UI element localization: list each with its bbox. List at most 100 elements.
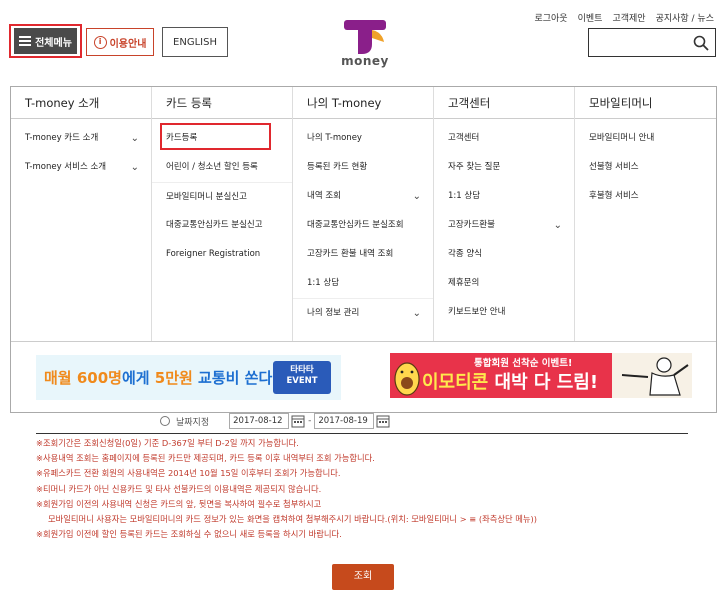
menu-item[interactable]: 모바일티머니 분실신고	[152, 182, 292, 211]
menu-item-label: 1:1 상담	[307, 278, 340, 288]
notice-line: ※사용내역 조회는 홈페이지에 등록된 카드만 제공되며, 카드 등록 이후 내…	[36, 453, 375, 464]
menu-item[interactable]: 1:1 상담	[434, 182, 574, 211]
banner1-part1: 매월 600명	[44, 369, 122, 387]
menu-item[interactable]: 등록된 카드 현황	[293, 153, 433, 182]
avocado-character-icon	[394, 362, 420, 396]
search-submit-button[interactable]: 조회	[332, 564, 394, 590]
menu-item[interactable]: 선불형 서비스	[575, 153, 716, 182]
notice-link[interactable]: 공지사항 / 뉴스	[656, 11, 714, 24]
menu-item[interactable]: 고장카드환불 ⌄	[434, 211, 574, 240]
divider	[36, 433, 688, 434]
menu-item[interactable]: 후불형 서비스	[575, 182, 716, 211]
menu-item[interactable]: T-money 서비스 소개 ⌄	[11, 153, 151, 182]
menu-item-label: 대중교통안심카드 분실신고	[166, 220, 263, 230]
menu-item-label: T-money 서비스 소개	[25, 162, 107, 172]
notice-line: 모바일티머니 사용자는 모바일티머니의 카드 정보가 있는 화면을 캡쳐하여 첨…	[48, 514, 538, 525]
date-from-input[interactable]: 2017-08-12	[229, 413, 290, 429]
menu-item[interactable]: 제휴문의	[434, 269, 574, 298]
menu-col-my-tmoney: 나의 T-money 나의 T-money 등록된 카드 현황 내역 조회 ⌄ 대…	[293, 87, 434, 341]
banner2-small-text: 통합회원 선착순 이벤트!	[474, 358, 573, 369]
menu-item-label: 고장카드 환불 내역 조회	[307, 249, 394, 259]
banner1-part3: 5만원	[154, 369, 193, 387]
notice-list: ※조회기간은 조회신청일(0일) 기준 D-367일 부터 D-2일 까지 가능…	[36, 436, 696, 542]
menu-item[interactable]: 나의 정보 관리 ⌄	[293, 298, 433, 327]
logout-link[interactable]: 로그아웃	[534, 11, 567, 24]
menu-item[interactable]: Foreigner Registration	[152, 240, 292, 269]
notice-line: ※회원가입 이전에 할인 등록된 카드는 조회하실 수 없으니 새로 등록을 하…	[36, 529, 342, 540]
date-filter-row: 날짜지정 2017-08-12 - 2017-08-19	[160, 411, 390, 431]
search-input[interactable]	[589, 29, 689, 56]
guide-button[interactable]: i 이용안내	[86, 28, 154, 56]
menu-item[interactable]: 대중교통안심카드 분실조회	[293, 211, 433, 240]
menu-item-label: 각종 양식	[448, 249, 482, 259]
notice-line: ※티머니 카드가 아닌 신용카드 및 타사 선불카드의 이용내역은 제공되지 않…	[36, 483, 322, 494]
banner1-text: 매월 600명에게 5만원 교통비 쏜다!	[36, 367, 279, 388]
menu-item[interactable]: 고장카드 환불 내역 조회	[293, 240, 433, 269]
menu-item-label: 어린이 / 청소년 할인 등록	[166, 162, 258, 172]
search-box	[588, 28, 716, 57]
site-header: 전체메뉴 i 이용안내 ENGLISH money 로그아웃 이벤트 고객제안 …	[0, 0, 720, 86]
menu-item[interactable]: 나의 T-money	[293, 124, 433, 153]
menu-item[interactable]: 각종 양식	[434, 240, 574, 269]
menu-item-label: 나의 정보 관리	[307, 308, 360, 318]
date-radio[interactable]	[160, 416, 170, 426]
menu-col-title[interactable]: 고객센터	[434, 87, 574, 119]
chevron-down-icon[interactable]: ⌄	[413, 299, 421, 328]
menu-item-label: Foreigner Registration	[166, 249, 261, 259]
menu-columns: T-money 소개 T-money 카드 소개 ⌄ T-money 서비스 소개…	[11, 87, 716, 341]
calendar-icon[interactable]	[291, 414, 305, 428]
menu-col-title[interactable]: 나의 T-money	[293, 87, 433, 119]
menu-item-label: 나의 T-money	[307, 133, 362, 143]
banner2-part2: 대박 다 드림!	[488, 372, 599, 393]
notice-line: ※조회기간은 조회신청일(0일) 기준 D-367일 부터 D-2일 까지 가능…	[36, 438, 299, 448]
all-menu-button[interactable]: 전체메뉴	[9, 24, 82, 58]
menu-col-title[interactable]: T-money 소개	[11, 87, 151, 119]
menu-item[interactable]: 1:1 상담	[293, 269, 433, 298]
menu-item[interactable]: T-money 카드 소개 ⌄	[11, 124, 151, 153]
event-badge-line1: 타타타	[290, 365, 314, 375]
date-to-input[interactable]: 2017-08-19	[314, 413, 375, 429]
menu-col-title[interactable]: 모바일티머니	[575, 87, 716, 119]
menu-item[interactable]: 어린이 / 청소년 할인 등록	[152, 153, 292, 182]
menu-item-label: 모바일티머니 분실신고	[166, 192, 247, 202]
all-menu-inner[interactable]: 전체메뉴	[14, 28, 77, 54]
chevron-down-icon[interactable]: ⌄	[554, 211, 562, 240]
hamburger-icon	[19, 36, 32, 46]
menu-item-label: 대중교통안심카드 분실조회	[307, 220, 404, 230]
menu-item-label: 고장카드환불	[448, 220, 495, 230]
menu-item-label: 모바일티머니 안내	[589, 133, 655, 143]
figure-character-icon	[612, 353, 692, 398]
suggestion-link[interactable]: 고객제안	[612, 11, 645, 24]
banner1-part2: 에게	[121, 369, 155, 387]
english-button[interactable]: ENGLISH	[162, 27, 228, 57]
chevron-down-icon[interactable]: ⌄	[131, 153, 139, 182]
search-icon[interactable]	[693, 35, 709, 51]
transport-event-banner[interactable]: 매월 600명에게 5만원 교통비 쏜다! 타타타 EVENT	[36, 355, 341, 400]
calendar-icon[interactable]	[376, 414, 390, 428]
menu-item[interactable]: 자주 찾는 질문	[434, 153, 574, 182]
event-badge: 타타타 EVENT	[273, 361, 331, 394]
menu-item-label: 내역 조회	[307, 191, 341, 201]
top-links: 로그아웃 이벤트 고객제안 공지사항 / 뉴스	[534, 11, 714, 24]
chevron-down-icon[interactable]: ⌄	[413, 182, 421, 211]
menu-item-label: 고객센터	[448, 133, 480, 143]
menu-item[interactable]: 고객센터	[434, 124, 574, 153]
menu-item[interactable]: 키보드보안 안내	[434, 298, 574, 327]
guide-label: 이용안내	[109, 38, 147, 50]
emoticon-event-banner[interactable]: 통합회원 선착순 이벤트! 이모티콘 대박 다 드림!	[390, 353, 692, 398]
menu-item-label: 카드등록	[166, 133, 198, 143]
menu-col-title[interactable]: 카드 등록	[152, 87, 292, 119]
menu-item-label: 자주 찾는 질문	[448, 162, 501, 172]
menu-item-card-register[interactable]: 카드등록	[152, 124, 292, 153]
event-link[interactable]: 이벤트	[578, 11, 603, 24]
menu-item[interactable]: 대중교통안심카드 분실신고	[152, 211, 292, 240]
menu-item-label: 등록된 카드 현황	[307, 162, 368, 172]
notice-line: ※유페스카드 전환 회원의 사용내역은 2014년 10월 15일 이후부터 조…	[36, 468, 341, 479]
date-radio-label: 날짜지정	[176, 417, 210, 428]
menu-item[interactable]: 모바일티머니 안내	[575, 124, 716, 153]
chevron-down-icon[interactable]: ⌄	[131, 124, 139, 153]
all-menu-label: 전체메뉴	[35, 37, 72, 49]
menu-col-customer-center: 고객센터 고객센터 자주 찾는 질문 1:1 상담 고장카드환불 ⌄ 각종 양식 …	[434, 87, 575, 341]
menu-item[interactable]: 내역 조회 ⌄	[293, 182, 433, 211]
banner2-part1: 이모티콘	[422, 372, 489, 393]
